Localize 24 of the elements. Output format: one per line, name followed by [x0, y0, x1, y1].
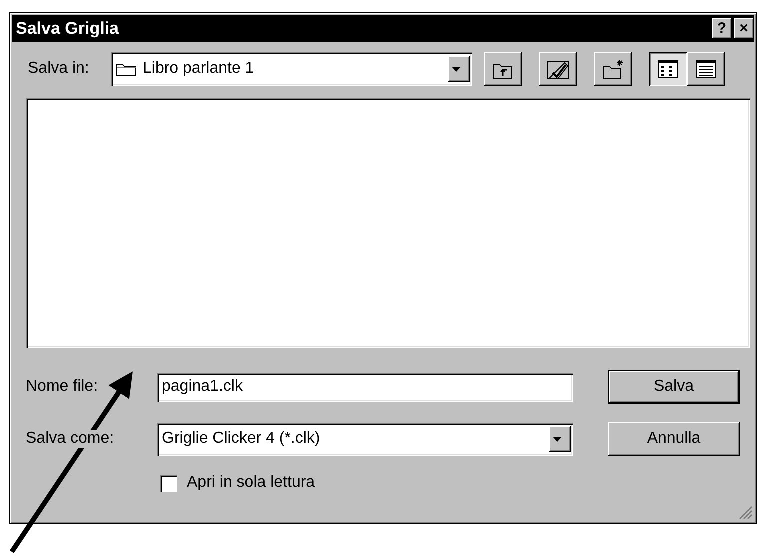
resize-grip-icon: [739, 506, 753, 520]
dropdown-value: Griglie Clicker 4 (*.clk): [162, 430, 322, 448]
close-button[interactable]: ×: [734, 18, 754, 39]
cancel-button[interactable]: Annulla: [608, 422, 740, 456]
up-folder-button[interactable]: [484, 52, 522, 86]
field-label: Salva in:: [28, 60, 90, 78]
list-view-button[interactable]: [649, 52, 687, 86]
checkbox[interactable]: [160, 474, 177, 492]
file-name-field[interactable]: pagina1.clk: [157, 372, 573, 402]
dropdown-value: Libro parlante 1: [143, 60, 256, 78]
new-folder-icon: [602, 58, 624, 80]
checkbox-label: Apri in sola lettura: [187, 474, 316, 492]
field-label: Nome file:: [26, 378, 100, 396]
help-button[interactable]: ?: [712, 18, 732, 39]
folder-dropdown[interactable]: Libro parlante 1: [111, 52, 472, 86]
details-view-button[interactable]: [687, 52, 725, 86]
checkmark-button[interactable]: [539, 52, 577, 86]
new-folder-button[interactable]: [594, 52, 632, 86]
checkmark-icon: [547, 58, 569, 80]
file-type-dropdown[interactable]: Griglie Clicker 4 (*.clk): [157, 422, 573, 456]
details-view-icon: [695, 59, 717, 79]
list-view-icon: [657, 59, 679, 79]
window-title: Salva Griglia: [16, 18, 119, 38]
save-button[interactable]: Salva: [608, 370, 740, 404]
